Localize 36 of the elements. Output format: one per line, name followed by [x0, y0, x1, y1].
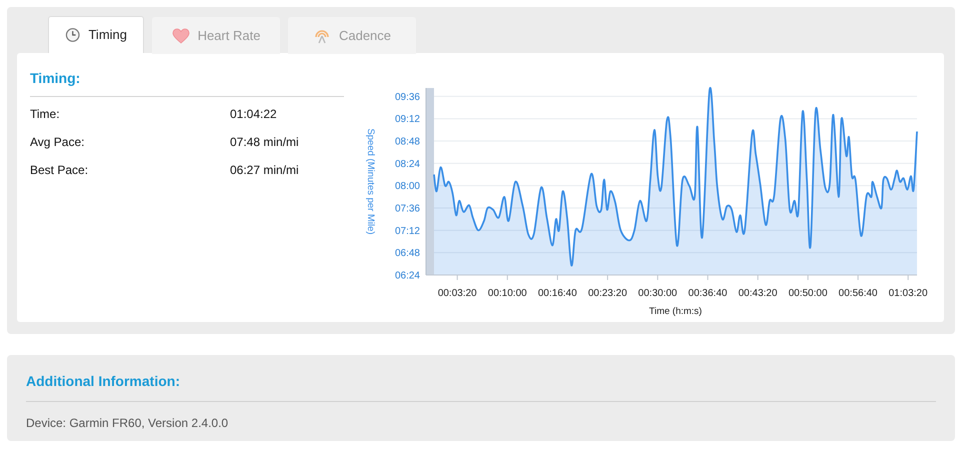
y-tick-label: 07:36: [394, 204, 420, 215]
x-tick-label: 00:10:00: [488, 288, 527, 299]
x-tick-label: 00:03:20: [438, 288, 477, 299]
tab[interactable]: Cadence: [288, 17, 416, 54]
y-tick-label: 08:00: [394, 181, 420, 192]
y-tick-label: 06:24: [394, 270, 420, 282]
y-tick-label: 07:12: [394, 226, 420, 237]
x-tick-label: 00:36:40: [688, 288, 728, 299]
stat-label: Avg Pace:: [30, 134, 86, 151]
x-tick-label: 00:30:00: [638, 288, 678, 299]
y-tick-label: 06:48: [394, 248, 420, 260]
section-title: Timing:: [30, 68, 344, 97]
x-tick-label: 00:43:20: [738, 288, 778, 299]
section-title: Additional Information:: [26, 371, 936, 402]
stat-value: 06:27 min/mi: [230, 162, 299, 179]
signal-arcs-icon: [312, 28, 331, 44]
x-tick-label: 01:03:20: [888, 288, 928, 299]
stat-value: 07:48 min/mi: [230, 134, 299, 151]
tab[interactable]: Heart Rate: [152, 17, 280, 54]
x-tick-label: 00:56:40: [838, 288, 878, 299]
device-info: Device: Garmin FR60, Version 2.4.0.0: [26, 415, 230, 432]
x-axis-title: Time (h:m:s): [649, 306, 702, 317]
heart-icon: [172, 28, 190, 44]
y-tick-label: 08:48: [394, 136, 420, 148]
stat-label: Best Pace:: [30, 162, 90, 179]
clock-icon: [65, 27, 80, 43]
y-tick-label: 09:36: [394, 92, 420, 103]
x-tick-label: 00:50:00: [788, 288, 828, 299]
x-tick-label: 00:23:20: [588, 288, 628, 299]
y-axis-title: Speed (Minutes per Mile): [365, 128, 376, 235]
y-tick-label: 08:24: [394, 158, 420, 170]
stat-label: Time:: [30, 106, 61, 123]
y-tick-label: 09:12: [394, 114, 420, 126]
stat-value: 01:04:22: [230, 106, 277, 123]
tab[interactable]: Timing: [48, 16, 144, 53]
x-tick-label: 00:16:40: [538, 288, 577, 299]
